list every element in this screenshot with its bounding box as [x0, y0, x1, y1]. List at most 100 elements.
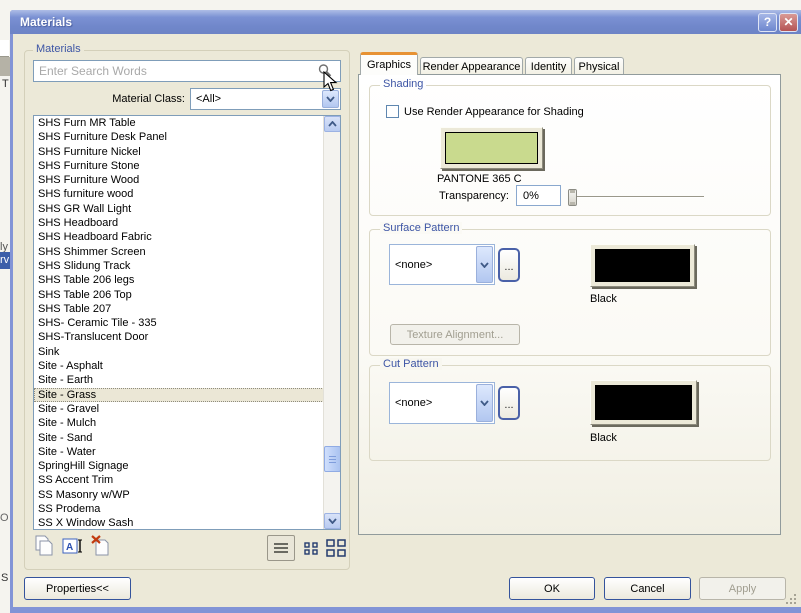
list-item[interactable]: SHS Table 206 legs [34, 273, 324, 287]
material-class-value: <All> [196, 93, 222, 105]
delete-icon [91, 535, 109, 556]
scrollbar-thumb[interactable] [324, 446, 340, 472]
properties-toggle-button[interactable]: Properties<< [24, 577, 131, 600]
list-item[interactable]: SHS Slidung Track [34, 259, 324, 273]
view-large-icons-button[interactable] [324, 536, 348, 560]
title-bar[interactable]: Materials ? ✕ [10, 10, 801, 34]
shading-group-label: Shading [380, 78, 427, 90]
list-item[interactable]: SHS Furniture Nickel [34, 145, 324, 159]
list-item[interactable]: Site - Water [34, 445, 324, 459]
list-item[interactable]: SHS GR Wall Light [34, 202, 324, 216]
shading-color-fill [445, 132, 538, 164]
surface-pattern-color-fill [595, 249, 690, 282]
delete-material-button[interactable] [89, 534, 113, 563]
list-item[interactable]: SS Accent Trim [34, 473, 324, 487]
view-small-icons-button[interactable] [301, 538, 321, 558]
search-input[interactable] [33, 60, 341, 82]
duplicate-icon [35, 535, 53, 556]
surface-pattern-browse-button[interactable]: ... [498, 248, 520, 282]
cancel-button[interactable]: Cancel [604, 577, 691, 600]
transparency-slider-track[interactable] [570, 196, 704, 198]
rename-icon: A [62, 538, 82, 554]
surface-pattern-dropdown[interactable]: <none> [389, 244, 495, 285]
material-class-label: Material Class: [112, 93, 185, 105]
materials-listbox: SHS Furn MR Table SHS Furniture Desk Pane… [33, 115, 341, 530]
surface-pattern-group-label: Surface Pattern [380, 222, 463, 234]
list-item[interactable]: Site - Mulch [34, 416, 324, 430]
cut-pattern-color-name: Black [590, 432, 617, 444]
list-item[interactable]: SHS Shimmer Screen [34, 245, 324, 259]
list-item[interactable]: SHS Furniture Desk Panel [34, 130, 324, 144]
window-title: Materials [20, 15, 73, 29]
list-item[interactable]: Site - Asphalt [34, 359, 324, 373]
bg-fragment: rv [0, 254, 10, 266]
list-item[interactable]: SHS-Translucent Door [34, 330, 324, 344]
shading-groupbox: Shading Use Render Appearance for Shadin… [369, 78, 771, 216]
list-item[interactable]: Sink [34, 345, 324, 359]
help-button[interactable]: ? [758, 12, 777, 32]
transparency-slider-thumb[interactable] [568, 189, 577, 206]
materials-dialog: Materials ? ✕ Materials Material Class: … [10, 10, 801, 613]
transparency-label: Transparency: [439, 190, 509, 202]
list-item[interactable]: SHS Table 207 [34, 302, 324, 316]
surface-pattern-color-name: Black [590, 293, 617, 305]
cut-pattern-group-label: Cut Pattern [380, 358, 442, 370]
surface-pattern-groupbox: Surface Pattern <none> ... Black Texture… [369, 222, 771, 356]
list-item[interactable]: SS Masonry w/WP [34, 488, 324, 502]
cut-pattern-browse-button[interactable]: ... [498, 386, 520, 420]
large-icons-view-icon [325, 538, 346, 557]
list-item[interactable]: Site - Grass [34, 387, 324, 402]
materials-list-scrollbar[interactable] [323, 116, 340, 529]
resize-grip-icon[interactable] [784, 594, 796, 606]
graphics-tab-page: Shading Use Render Appearance for Shadin… [358, 74, 781, 535]
bg-fragment: T [2, 78, 9, 90]
chevron-down-icon[interactable] [476, 246, 493, 283]
cut-pattern-dropdown[interactable]: <none> [389, 382, 495, 424]
list-item[interactable]: SpringHill Signage [34, 459, 324, 473]
list-item[interactable]: SS X Window Sash [34, 516, 324, 529]
apply-button: Apply [699, 577, 786, 600]
list-item[interactable]: Site - Earth [34, 373, 324, 387]
surface-pattern-value: <none> [395, 258, 433, 271]
shading-color-swatch[interactable] [440, 127, 543, 169]
list-item[interactable]: Site - Sand [34, 431, 324, 445]
dialog-body: Materials Material Class: <All> SHS Furn… [13, 34, 801, 607]
list-item[interactable]: SHS Furn MR Table [34, 116, 324, 130]
use-render-appearance-checkbox[interactable] [386, 105, 399, 118]
list-item[interactable]: SHS furniture wood [34, 187, 324, 201]
tab-physical[interactable]: Physical [574, 57, 624, 75]
view-list-button[interactable] [267, 535, 295, 561]
ok-button[interactable]: OK [509, 577, 595, 600]
duplicate-material-button[interactable] [33, 534, 55, 563]
mouse-cursor [323, 71, 338, 92]
list-item[interactable]: SHS Table 206 Top [34, 288, 324, 302]
cut-pattern-value: <none> [395, 397, 433, 409]
shading-color-name: PANTONE 365 C [437, 173, 522, 185]
rename-material-button[interactable]: A [62, 536, 84, 561]
small-icons-view-icon [303, 541, 318, 555]
list-item[interactable]: SHS Furniture Stone [34, 159, 324, 173]
list-item[interactable]: SHS Furniture Wood [34, 173, 324, 187]
scroll-up-icon[interactable] [324, 116, 340, 132]
materials-group-label: Materials [33, 43, 84, 55]
list-item[interactable]: SHS Headboard [34, 216, 324, 230]
close-button[interactable]: ✕ [779, 12, 798, 32]
use-render-appearance-label: Use Render Appearance for Shading [404, 106, 584, 118]
cut-pattern-color-fill [595, 385, 692, 420]
list-item[interactable]: SHS- Ceramic Tile - 335 [34, 316, 324, 330]
list-item[interactable]: Site - Gravel [34, 402, 324, 416]
tab-graphics[interactable]: Graphics [360, 52, 418, 75]
chevron-down-icon[interactable] [322, 90, 339, 108]
list-item[interactable]: SS Prodema [34, 502, 324, 516]
tab-render-appearance[interactable]: Render Appearance [420, 57, 523, 75]
bg-fragment: S [1, 572, 9, 584]
cut-pattern-color-swatch[interactable] [590, 380, 697, 425]
list-item[interactable]: SHS Headboard Fabric [34, 230, 324, 244]
scroll-down-icon[interactable] [324, 513, 340, 529]
chevron-down-icon[interactable] [476, 384, 493, 422]
texture-alignment-button: Texture Alignment... [390, 324, 520, 345]
material-class-dropdown[interactable]: <All> [190, 88, 341, 110]
surface-pattern-color-swatch[interactable] [590, 244, 695, 287]
transparency-input[interactable] [516, 185, 561, 206]
tab-identity[interactable]: Identity [525, 57, 572, 75]
